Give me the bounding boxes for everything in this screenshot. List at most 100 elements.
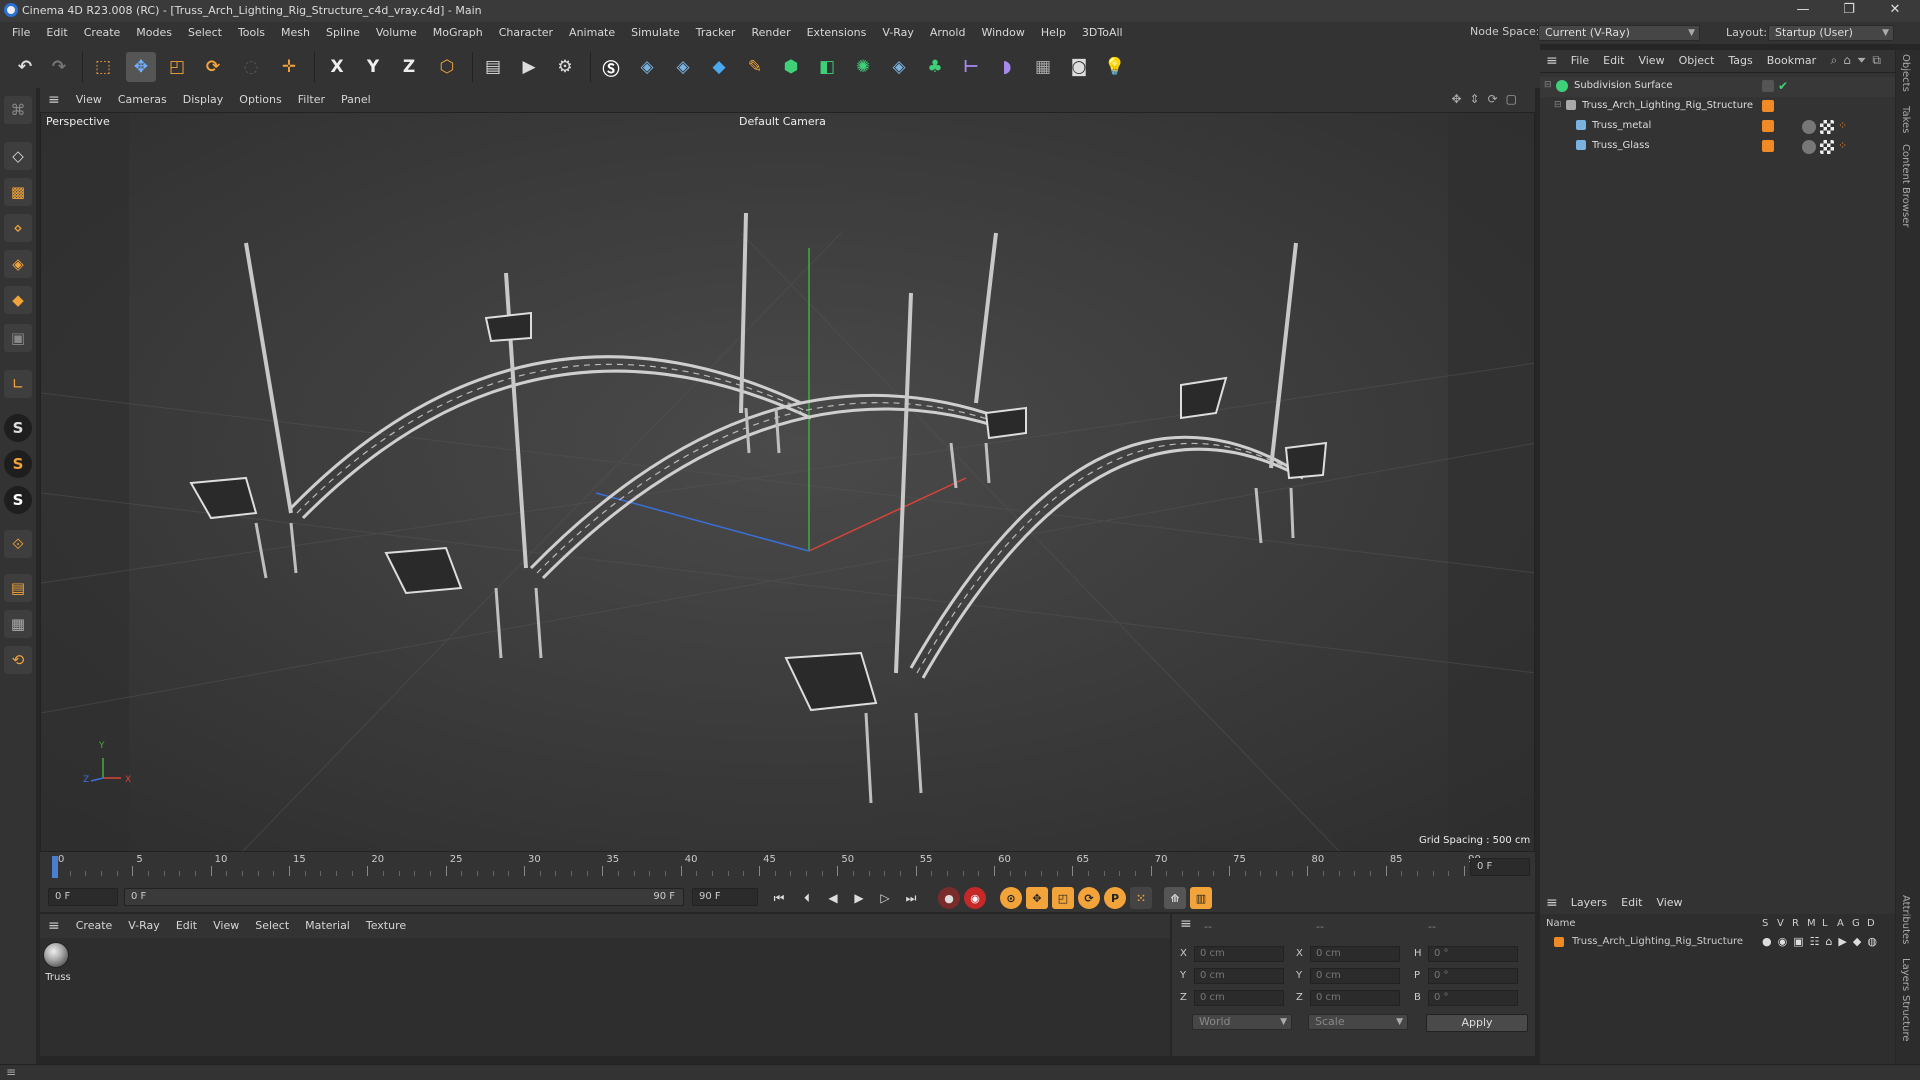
field-icon[interactable]: ◗ bbox=[992, 52, 1022, 82]
record-icon[interactable]: ● bbox=[938, 887, 960, 909]
tab-structure[interactable]: Structure bbox=[1900, 995, 1911, 1042]
object-menu-item-3[interactable]: Object bbox=[1672, 50, 1722, 72]
object-manager-tool-icons[interactable]: ⌕⌂⏷⧉ bbox=[1830, 53, 1887, 68]
scale-tool-icon[interactable]: ◰ bbox=[162, 52, 192, 82]
layer-column-header[interactable]: M bbox=[1807, 918, 1822, 929]
material-name[interactable]: Truss bbox=[40, 972, 76, 983]
rot-p-field[interactable]: 0 ° bbox=[1428, 968, 1518, 984]
hamburger-icon[interactable]: ≡ bbox=[1180, 916, 1192, 932]
viewport-nav-icons[interactable]: ✥⇕⟳▢ bbox=[1451, 92, 1525, 106]
layer-column-header[interactable]: G bbox=[1852, 918, 1867, 929]
go-to-start-icon[interactable]: ⏮ bbox=[768, 888, 790, 908]
size-x-field[interactable]: 0 cm bbox=[1310, 946, 1400, 962]
vray-icon[interactable]: Ⓢ bbox=[596, 52, 626, 82]
quantize-icon[interactable]: S bbox=[4, 486, 32, 514]
coordinate-system-icon[interactable]: ⬡ bbox=[432, 52, 462, 82]
object-name[interactable]: Truss_Arch_Lighting_Rig_Structure bbox=[1582, 100, 1753, 111]
y-axis-lock-button[interactable]: Y bbox=[358, 52, 388, 82]
layer-column-header[interactable]: R bbox=[1792, 918, 1807, 929]
max-frame-field[interactable]: 90 F bbox=[692, 888, 758, 906]
menu-item-19[interactable]: Help bbox=[1033, 22, 1074, 44]
menu-item-17[interactable]: Arnold bbox=[922, 22, 974, 44]
object-menu-item-0[interactable]: File bbox=[1564, 50, 1596, 72]
object-row[interactable]: Truss_metal ⁘ bbox=[1540, 117, 1895, 137]
menu-item-5[interactable]: Tools bbox=[230, 22, 273, 44]
pos-x-field[interactable]: 0 cm bbox=[1194, 946, 1284, 962]
material-menu-item-4[interactable]: Select bbox=[247, 914, 297, 938]
z-axis-lock-button[interactable]: Z bbox=[394, 52, 424, 82]
x-axis-lock-button[interactable]: X bbox=[322, 52, 352, 82]
step-forward-icon[interactable]: ▷ bbox=[874, 888, 896, 908]
locked-workplane-icon[interactable]: ▦ bbox=[4, 610, 32, 638]
hamburger-icon[interactable]: ≡ bbox=[40, 92, 68, 108]
hamburger-icon[interactable]: ≡ bbox=[1540, 53, 1564, 69]
apply-button[interactable]: Apply bbox=[1426, 1014, 1528, 1032]
vray-tag-icon[interactable]: ⁘ bbox=[1838, 139, 1847, 152]
texture-mode-icon[interactable]: ▩ bbox=[4, 178, 32, 206]
layer-column-header[interactable]: L bbox=[1822, 918, 1837, 929]
undo-icon[interactable]: ↶ bbox=[10, 52, 40, 82]
start-frame-field[interactable]: 0 F bbox=[48, 888, 118, 906]
render-view-icon[interactable]: ▤ bbox=[478, 52, 508, 82]
keyframe-selection-icon[interactable]: ⊙ bbox=[1000, 887, 1022, 909]
object-menu-item-2[interactable]: View bbox=[1631, 50, 1671, 72]
solo-icon[interactable]: ⟲ bbox=[4, 646, 32, 674]
tab-objects[interactable]: Objects bbox=[1900, 54, 1911, 92]
object-menu-item-1[interactable]: Edit bbox=[1596, 50, 1631, 72]
camera-icon[interactable]: ◙ bbox=[1064, 52, 1094, 82]
viewport-menu-item-0[interactable]: View bbox=[68, 88, 110, 112]
viewport-menu-item-3[interactable]: Options bbox=[231, 88, 289, 112]
cloner-icon[interactable]: ✺ bbox=[848, 52, 878, 82]
object-menu-item-5[interactable]: Bookmar bbox=[1760, 50, 1823, 72]
workplane-icon[interactable]: ⟐ bbox=[4, 530, 32, 558]
menu-item-0[interactable]: File bbox=[4, 22, 38, 44]
coordinate-space-dropdown[interactable]: World ▼ bbox=[1192, 1014, 1292, 1030]
layout-dropdown[interactable]: Startup (User) ▼ bbox=[1768, 25, 1894, 41]
layer-column-header[interactable]: V bbox=[1777, 918, 1792, 929]
step-back-icon[interactable]: ◀ bbox=[822, 888, 844, 908]
tab-content-browser[interactable]: Content Browser bbox=[1900, 144, 1911, 227]
polygons-mode-icon[interactable]: ◆ bbox=[4, 286, 32, 314]
close-button[interactable]: ✕ bbox=[1872, 0, 1918, 22]
go-to-end-icon[interactable]: ⏭ bbox=[900, 888, 922, 908]
object-name[interactable]: Subdivision Surface bbox=[1574, 80, 1673, 91]
recent-tool-icon[interactable]: ◌ bbox=[236, 52, 266, 82]
live-selection-icon[interactable]: ⬚ bbox=[88, 52, 118, 82]
preview-range-slider[interactable]: 0 F 90 F bbox=[124, 888, 684, 906]
menu-item-15[interactable]: Extensions bbox=[799, 22, 875, 44]
object-row[interactable]: Truss_Glass ⁘ bbox=[1540, 137, 1895, 157]
move-tool-icon[interactable]: ✥ bbox=[126, 52, 156, 82]
grid-plane-icon[interactable]: ▤ bbox=[4, 574, 32, 602]
minimize-button[interactable]: — bbox=[1780, 0, 1826, 22]
collapse-icon[interactable]: ⊟ bbox=[1544, 80, 1552, 90]
object-name[interactable]: Truss_metal bbox=[1592, 120, 1651, 131]
texture-tag-icon[interactable] bbox=[1820, 140, 1834, 154]
edges-mode-icon[interactable]: ◈ bbox=[4, 250, 32, 278]
layer-row[interactable]: Truss_Arch_Lighting_Rig_Structure ●◉▣☷⌂▶… bbox=[1540, 934, 1895, 952]
pos-y-field[interactable]: 0 cm bbox=[1194, 968, 1284, 984]
rot-b-field[interactable]: 0 ° bbox=[1428, 990, 1518, 1006]
material-tag-icon[interactable] bbox=[1802, 140, 1816, 154]
hamburger-icon[interactable]: ≡ bbox=[40, 918, 68, 934]
python-generator-icon[interactable]: ◈ bbox=[884, 52, 914, 82]
layer-color-icon[interactable] bbox=[1762, 120, 1774, 132]
play-icon[interactable]: ▶ bbox=[848, 888, 870, 908]
tab-takes[interactable]: Takes bbox=[1900, 106, 1911, 133]
python-script-icon[interactable]: ◈ bbox=[632, 52, 662, 82]
layer-column-header[interactable]: A bbox=[1837, 918, 1852, 929]
material-menu-item-1[interactable]: V-Ray bbox=[120, 914, 168, 938]
menu-item-6[interactable]: Mesh bbox=[273, 22, 318, 44]
material-swatch[interactable] bbox=[43, 942, 69, 968]
viewport-menu-item-1[interactable]: Cameras bbox=[110, 88, 175, 112]
menu-item-10[interactable]: Character bbox=[491, 22, 561, 44]
key-scale-icon[interactable]: ◰ bbox=[1052, 887, 1074, 909]
layer-color-icon[interactable] bbox=[1762, 140, 1774, 152]
check-icon[interactable]: ✔ bbox=[1778, 79, 1788, 93]
coordinate-mode-dropdown[interactable]: Scale ▼ bbox=[1308, 1014, 1408, 1030]
menu-item-12[interactable]: Simulate bbox=[623, 22, 688, 44]
render-settings-icon[interactable]: ⚙ bbox=[550, 52, 580, 82]
menu-item-3[interactable]: Modes bbox=[128, 22, 180, 44]
rotate-tool-icon[interactable]: ⟳ bbox=[198, 52, 228, 82]
redo-icon[interactable]: ↷ bbox=[44, 52, 74, 82]
hamburger-icon[interactable]: ≡ bbox=[1540, 895, 1564, 911]
